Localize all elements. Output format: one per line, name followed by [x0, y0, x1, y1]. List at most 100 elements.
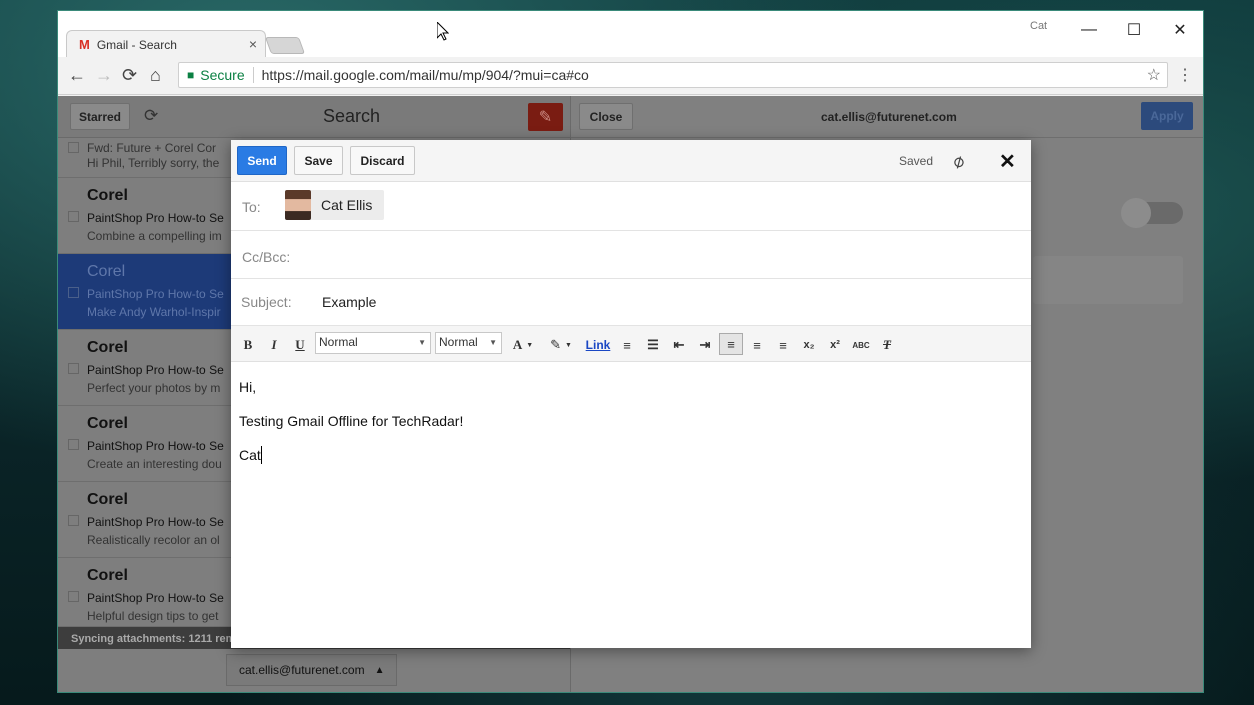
- account-switcher[interactable]: cat.ellis@futurenet.com ▲: [226, 654, 398, 686]
- settings-header: Close cat.ellis@futurenet.com Apply: [571, 96, 1203, 138]
- refresh-icon[interactable]: ⟳: [144, 106, 158, 126]
- row-checkbox[interactable]: [68, 287, 79, 298]
- address-bar-area: ← → ⟳ ⌂ ■ Secure https://mail.google.com…: [58, 57, 1203, 95]
- tab-close-icon[interactable]: ×: [249, 36, 257, 52]
- row-checkbox[interactable]: [68, 515, 79, 526]
- gmail-icon: M: [79, 37, 90, 52]
- email-snippet: Hi Phil, Terribly sorry, the: [87, 156, 220, 170]
- body-line: Testing Gmail Offline for TechRadar!: [239, 413, 464, 429]
- subject-label: Subject:: [241, 294, 292, 310]
- body-line: Hi,: [239, 379, 257, 395]
- highlight-button[interactable]: ✎ ▼: [546, 336, 576, 354]
- font-value: Normal: [319, 335, 358, 349]
- settings-field[interactable]: [1033, 256, 1183, 304]
- close-window-button[interactable]: ✕: [1157, 16, 1203, 44]
- message-body[interactable]: Hi, Testing Gmail Offline for TechRadar!…: [239, 370, 463, 472]
- home-icon[interactable]: ⌂: [150, 65, 161, 86]
- row-checkbox[interactable]: [68, 439, 79, 450]
- italic-button[interactable]: I: [264, 336, 284, 354]
- starred-button[interactable]: Starred: [70, 103, 130, 130]
- caret-up-icon: ▲: [374, 664, 385, 676]
- bold-button[interactable]: B: [238, 336, 258, 354]
- url-text[interactable]: https://mail.google.com/mail/mu/mp/904/?…: [262, 67, 589, 83]
- apply-button[interactable]: Apply: [1141, 102, 1193, 130]
- minimize-button[interactable]: —: [1066, 16, 1112, 44]
- maximize-button[interactable]: ☐: [1111, 16, 1157, 44]
- align-left-icon[interactable]: ≡: [719, 333, 743, 355]
- indent-icon[interactable]: ⇥: [695, 336, 715, 354]
- numbered-list-icon[interactable]: ≡: [617, 336, 637, 354]
- settings-account: cat.ellis@futurenet.com: [821, 110, 957, 124]
- tab-title: Gmail - Search: [96, 37, 177, 52]
- save-button[interactable]: Save: [294, 146, 343, 175]
- lock-icon: ■: [187, 68, 195, 82]
- email-sender: Corel: [87, 415, 128, 432]
- toggle-knob: [1121, 198, 1151, 228]
- email-sender: Corel: [87, 567, 128, 584]
- back-icon[interactable]: ←: [68, 65, 86, 86]
- star-icon[interactable]: ☆: [1147, 65, 1161, 85]
- discard-button[interactable]: Discard: [350, 146, 415, 175]
- cc-row[interactable]: Cc/Bcc:: [231, 231, 1031, 279]
- email-subject: PaintShop Pro How-to Se: [87, 515, 224, 529]
- account-email: cat.ellis@futurenet.com: [239, 663, 365, 677]
- browser-tab[interactable]: M Gmail - Search ×: [66, 30, 266, 58]
- size-select[interactable]: Normal ▼: [435, 332, 502, 354]
- size-value: Normal: [439, 335, 478, 349]
- subscript-icon[interactable]: x₂: [799, 336, 819, 354]
- spellcheck-icon[interactable]: ABC: [849, 336, 873, 354]
- row-checkbox[interactable]: [68, 211, 79, 222]
- subject-field[interactable]: Example: [322, 294, 376, 310]
- row-checkbox[interactable]: [68, 363, 79, 374]
- cc-label: Cc/Bcc:: [242, 249, 291, 265]
- forward-icon[interactable]: →: [95, 65, 113, 86]
- align-center-icon[interactable]: ≡: [747, 336, 767, 354]
- outdent-icon[interactable]: ⇤: [669, 336, 689, 354]
- list-title: Search: [323, 106, 381, 126]
- email-snippet: Make Andy Warhol-Inspir: [87, 305, 221, 319]
- reload-icon[interactable]: ⟳: [122, 65, 137, 86]
- close-icon[interactable]: ✕: [999, 149, 1016, 174]
- row-checkbox[interactable]: [68, 142, 79, 153]
- highlight-icon: ✎: [550, 337, 561, 352]
- body-line: Cat: [239, 446, 262, 464]
- to-row[interactable]: To: Cat Ellis: [231, 182, 1031, 231]
- row-checkbox[interactable]: [68, 591, 79, 602]
- chevron-down-icon: ▼: [418, 338, 426, 347]
- superscript-icon[interactable]: x²: [825, 336, 845, 354]
- email-sender: Corel: [87, 263, 126, 280]
- email-snippet: Helpful design tips to get: [87, 609, 219, 623]
- pencil-icon: ✎: [538, 109, 553, 126]
- omnibox[interactable]: ■ Secure https://mail.google.com/mail/mu…: [178, 62, 1168, 88]
- compose-button[interactable]: ✎: [528, 103, 563, 131]
- settings-toggle[interactable]: [1121, 198, 1183, 228]
- clear-format-icon[interactable]: T: [877, 336, 897, 354]
- compose-header: Send Save Discard Saved ⌀ ✕: [231, 140, 1031, 182]
- subject-row[interactable]: Subject: Example: [231, 279, 1031, 326]
- font-select[interactable]: Normal ▼: [315, 332, 431, 354]
- paperclip-icon[interactable]: ⌀: [948, 150, 968, 174]
- email-subject: PaintShop Pro How-to Se: [87, 591, 224, 605]
- to-label: To:: [242, 199, 261, 215]
- text-color-button[interactable]: A ▼: [508, 336, 538, 354]
- recipient-name: Cat Ellis: [321, 197, 373, 213]
- align-right-icon[interactable]: ≡: [773, 336, 793, 354]
- list-header: Starred ⟳ Search ✎: [58, 96, 570, 138]
- recipient-chip[interactable]: Cat Ellis: [285, 190, 385, 220]
- email-subject: PaintShop Pro How-to Se: [87, 439, 224, 453]
- link-button[interactable]: Link: [583, 336, 613, 354]
- close-settings-button[interactable]: Close: [579, 103, 633, 130]
- underline-button[interactable]: U: [290, 336, 310, 354]
- browser-menu-icon[interactable]: ⋮: [1177, 65, 1193, 85]
- email-subject: PaintShop Pro How-to Se: [87, 211, 224, 225]
- chevron-down-icon: ▼: [564, 341, 572, 349]
- bullet-list-icon[interactable]: ☰: [643, 336, 663, 354]
- profile-button[interactable]: Cat: [1030, 20, 1047, 32]
- chevron-down-icon: ▼: [489, 338, 497, 347]
- email-subject: PaintShop Pro How-to Se: [87, 287, 224, 301]
- email-snippet: Create an interesting dou: [87, 457, 222, 471]
- email-sender: Corel: [87, 187, 128, 204]
- send-button[interactable]: Send: [237, 146, 287, 175]
- new-tab-button[interactable]: [264, 37, 306, 54]
- secure-label: Secure: [200, 67, 254, 83]
